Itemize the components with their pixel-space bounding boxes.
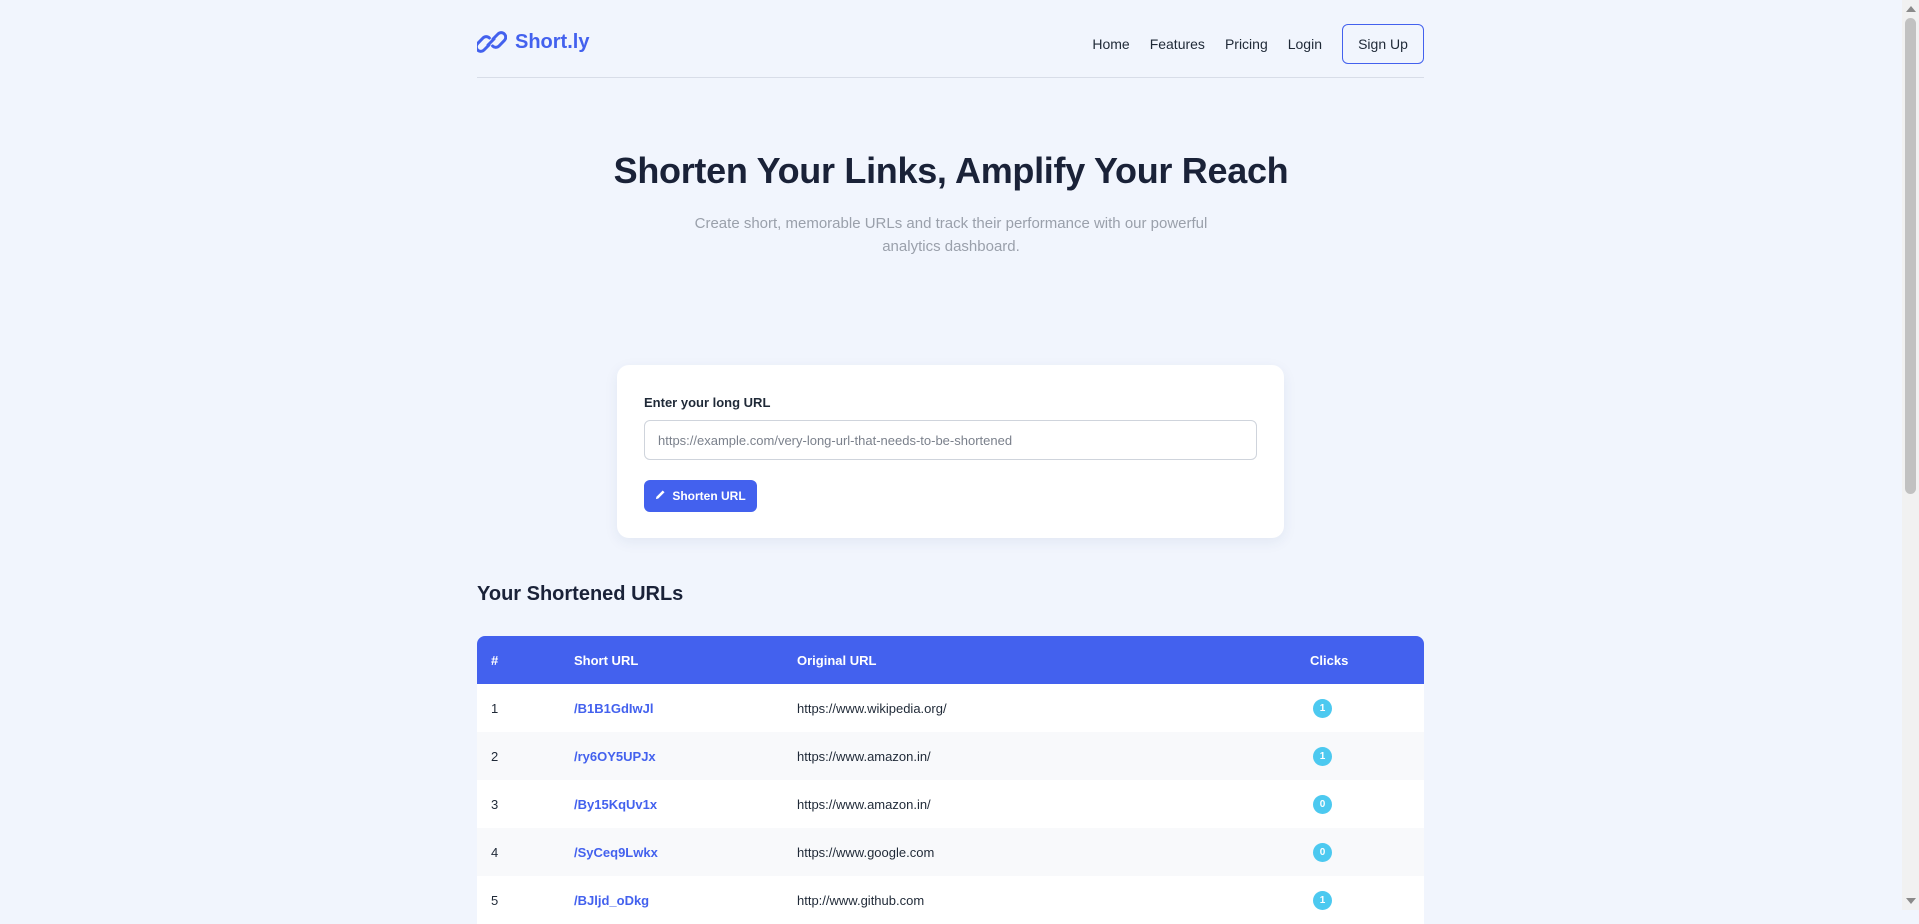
- original-url: https://www.amazon.in/: [797, 748, 931, 764]
- original-url: https://www.wikipedia.org/: [797, 700, 947, 716]
- clicks-badge: 1: [1313, 698, 1332, 718]
- nav-home[interactable]: Home: [1092, 32, 1129, 56]
- shorten-button-label: Shorten URL: [672, 489, 746, 503]
- short-url-link[interactable]: /SyCeq9Lwkx: [574, 845, 658, 860]
- column-header-clicks: Clicks: [1310, 652, 1349, 668]
- page: Short.ly Home Features Pricing Login Sig…: [0, 0, 1902, 924]
- section-title: Your Shortened URLs: [477, 583, 684, 605]
- clicks-badge: 0: [1313, 794, 1332, 814]
- short-url-link[interactable]: /ry6OY5UPJx: [574, 749, 656, 764]
- scroll-up-arrow-icon[interactable]: [1906, 6, 1916, 12]
- original-url: https://www.amazon.in/: [797, 796, 931, 812]
- shorten-url-button[interactable]: Shorten URL: [644, 480, 757, 512]
- nav-features[interactable]: Features: [1150, 32, 1205, 56]
- table-row: 1 /B1B1GdIwJl https://www.wikipedia.org/…: [477, 684, 1424, 732]
- hero-title: Shorten Your Links, Amplify Your Reach: [613, 150, 1289, 191]
- table-row: 4 /SyCeq9Lwkx https://www.google.com 0: [477, 828, 1424, 876]
- link-icon: [477, 30, 507, 54]
- pencil-icon: [655, 489, 666, 503]
- short-url-link[interactable]: /By15KqUv1x: [574, 797, 657, 812]
- vertical-scrollbar[interactable]: [1902, 0, 1919, 910]
- row-number: 3: [491, 796, 499, 812]
- signup-button[interactable]: Sign Up: [1342, 24, 1424, 64]
- short-url-link[interactable]: /BJljd_oDkg: [574, 893, 649, 908]
- shorten-form-card: Enter your long URL Shorten URL: [617, 365, 1284, 538]
- long-url-input[interactable]: [644, 420, 1257, 460]
- row-number: 5: [491, 892, 499, 908]
- brand-logo[interactable]: Short.ly: [477, 30, 589, 54]
- short-url-link[interactable]: /B1B1GdIwJl: [574, 701, 653, 716]
- scroll-down-arrow-icon[interactable]: [1906, 898, 1916, 904]
- clicks-badge: 1: [1313, 890, 1332, 910]
- table-row: 3 /By15KqUv1x https://www.amazon.in/ 0: [477, 780, 1424, 828]
- url-input-label: Enter your long URL: [644, 395, 771, 410]
- row-number: 4: [491, 844, 499, 860]
- original-url: https://www.google.com: [797, 844, 935, 860]
- row-number: 2: [491, 748, 499, 764]
- table-header: # Short URL Original URL Clicks: [477, 636, 1424, 684]
- nav-pricing[interactable]: Pricing: [1225, 32, 1268, 56]
- hero-section: Shorten Your Links, Amplify Your Reach C…: [0, 150, 1902, 258]
- table-row: 5 /BJljd_oDkg http://www.github.com 1: [477, 876, 1424, 924]
- column-header-original-url: Original URL: [797, 652, 877, 668]
- nav-login[interactable]: Login: [1288, 32, 1322, 56]
- column-header-short-url: Short URL: [574, 652, 639, 668]
- brand-name: Short.ly: [515, 30, 590, 53]
- column-header-number: #: [491, 652, 499, 668]
- navbar: Short.ly Home Features Pricing Login Sig…: [477, 0, 1424, 78]
- table-body: 1 /B1B1GdIwJl https://www.wikipedia.org/…: [477, 684, 1424, 924]
- original-url: http://www.github.com: [797, 892, 925, 908]
- clicks-badge: 1: [1313, 746, 1332, 766]
- table-row: 2 /ry6OY5UPJx https://www.amazon.in/ 1: [477, 732, 1424, 780]
- scrollbar-thumb[interactable]: [1905, 18, 1916, 494]
- clicks-badge: 0: [1313, 842, 1332, 862]
- row-number: 1: [491, 700, 499, 716]
- nav-links: Home Features Pricing Login Sign Up: [1092, 24, 1424, 64]
- urls-table: # Short URL Original URL Clicks 1 /B1B1G…: [477, 636, 1424, 924]
- hero-subtitle: Create short, memorable URLs and track t…: [694, 215, 1208, 255]
